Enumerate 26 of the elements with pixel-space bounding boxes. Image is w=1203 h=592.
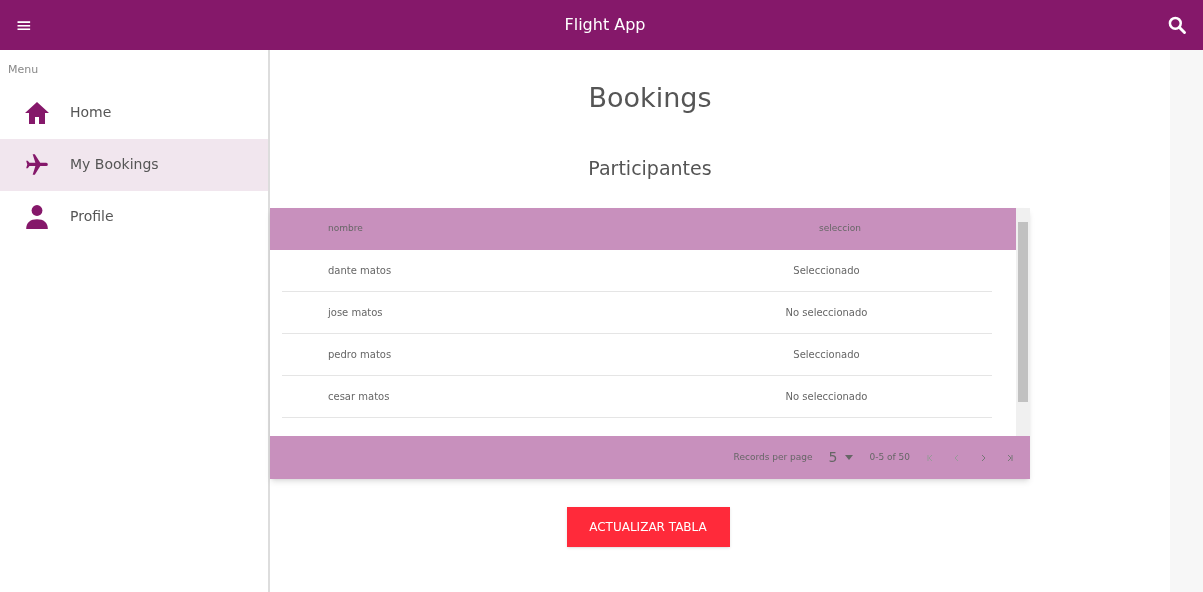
table-cell-text: No seleccionado bbox=[784, 390, 869, 404]
table-cell-text: cesar matos bbox=[327, 390, 391, 404]
table-cell-text: Seleccionado bbox=[792, 348, 861, 362]
records-per-page-label: Records per page bbox=[733, 450, 813, 464]
table-cell-text: pedro matos bbox=[327, 348, 393, 362]
sidebar-item[interactable]: Home bbox=[0, 86, 268, 139]
dropdown-caret-icon bbox=[845, 455, 854, 460]
page-title: Bookings bbox=[588, 81, 712, 115]
menu-button[interactable]: ≡ bbox=[12, 11, 36, 39]
table-cell-text: Seleccionado bbox=[792, 264, 861, 278]
section-title: Participantes bbox=[588, 155, 712, 181]
app-title: Flight App bbox=[563, 14, 647, 36]
page-range-text: 0-5 of 50 bbox=[869, 450, 910, 464]
sidebar-item[interactable]: Profile bbox=[0, 190, 268, 243]
table-cell-text: No seleccionado bbox=[784, 306, 869, 320]
search-icon bbox=[1167, 15, 1187, 35]
table-cell-text: dante matos bbox=[327, 264, 393, 278]
house-icon bbox=[24, 100, 50, 125]
search-button[interactable] bbox=[1167, 15, 1187, 35]
scrollbar[interactable] bbox=[1016, 208, 1030, 436]
airplane-icon bbox=[24, 151, 50, 178]
table-cell-text: jose matos bbox=[327, 306, 384, 320]
sidebar-item[interactable]: My Bookings bbox=[0, 138, 268, 191]
menu-heading: Menu bbox=[7, 62, 40, 78]
update-table-button[interactable]: ACTUALIZAR TABLA bbox=[566, 507, 730, 547]
person-icon bbox=[24, 203, 50, 230]
